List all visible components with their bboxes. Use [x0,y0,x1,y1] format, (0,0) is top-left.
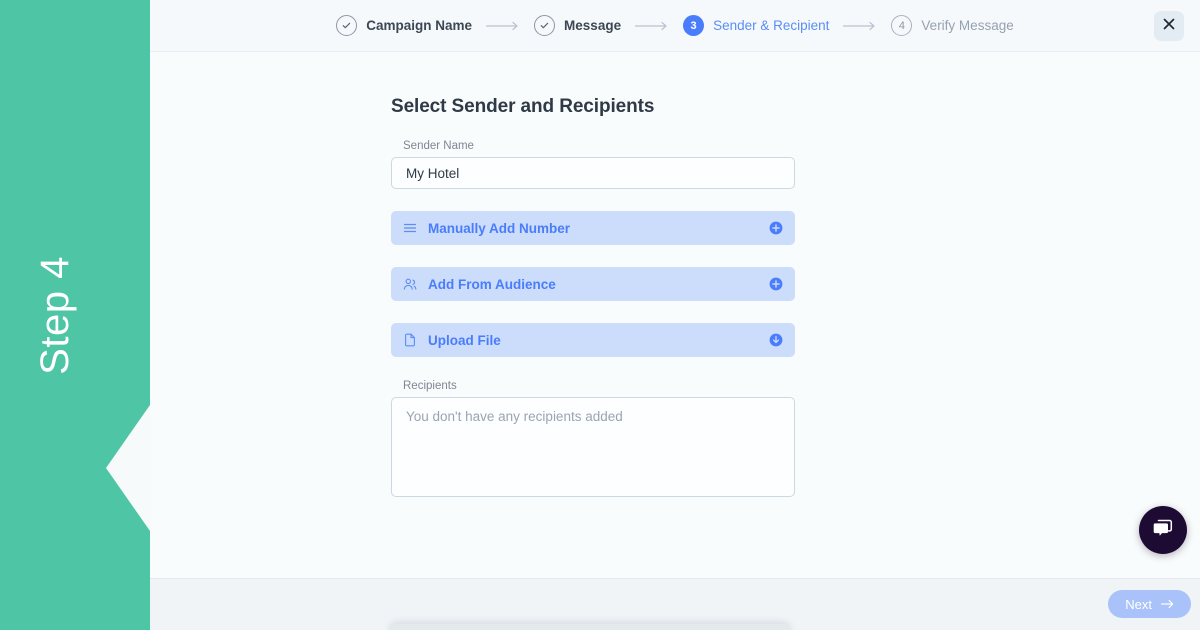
add-from-audience-row[interactable]: Add From Audience [391,267,795,301]
arrow-right-icon [1160,597,1174,612]
stepper-arrow-icon [486,21,520,31]
sender-name-label: Sender Name [403,140,474,152]
stepper-step-verify-message[interactable]: 4 Verify Message [891,15,1014,36]
stepper-step-label: Sender & Recipient [713,18,830,33]
footer-bar: Next [150,578,1200,630]
plus-circle-icon[interactable] [769,221,783,235]
file-icon [403,333,417,347]
stepper: Campaign Name Message 3 Sender & Recipie… [336,15,1014,36]
stepper-arrow-icon [635,21,669,31]
plus-circle-icon[interactable] [769,277,783,291]
stepper-step-campaign-name[interactable]: Campaign Name [336,15,472,36]
number-circle-icon: 3 [683,15,705,36]
stepper-step-label: Message [564,18,622,33]
download-circle-icon[interactable] [769,333,783,347]
recipients-label: Recipients [403,380,457,392]
stepper-step-message[interactable]: Message [534,15,621,36]
action-label: Add From Audience [428,276,556,292]
check-circle-icon [336,15,358,36]
form-content: Select Sender and Recipients Sender Name… [391,96,795,502]
stepper-header: Campaign Name Message 3 Sender & Recipie… [150,0,1200,52]
list-lines-icon [403,221,417,235]
number-circle-icon: 4 [891,15,913,36]
bottom-card-edge [390,624,790,630]
check-circle-icon [534,15,556,36]
recipients-textarea[interactable] [391,397,795,497]
step-side-panel-label-wrap: Step 4 [0,0,150,630]
step-side-panel: Step 4 [0,0,150,630]
manually-add-number-row[interactable]: Manually Add Number [391,211,795,245]
stepper-step-label: Verify Message [921,18,1014,33]
next-button-label: Next [1125,596,1152,612]
chat-widget-button[interactable] [1139,506,1187,554]
action-label: Upload File [428,332,501,348]
chat-bubbles-icon [1150,515,1176,546]
stepper-step-sender-recipient[interactable]: 3 Sender & Recipient [683,15,829,36]
page-title: Select Sender and Recipients [391,96,655,117]
sender-name-input[interactable] [391,157,795,189]
users-icon [403,277,417,291]
close-icon [1163,17,1175,35]
step-side-panel-label: Step 4 [32,255,77,375]
stepper-arrow-icon [843,21,877,31]
main-area: Campaign Name Message 3 Sender & Recipie… [150,0,1200,630]
close-button[interactable] [1154,11,1184,41]
next-button[interactable]: Next [1108,590,1191,618]
action-label: Manually Add Number [428,220,571,236]
stepper-step-label: Campaign Name [366,18,473,33]
upload-file-row[interactable]: Upload File [391,323,795,357]
